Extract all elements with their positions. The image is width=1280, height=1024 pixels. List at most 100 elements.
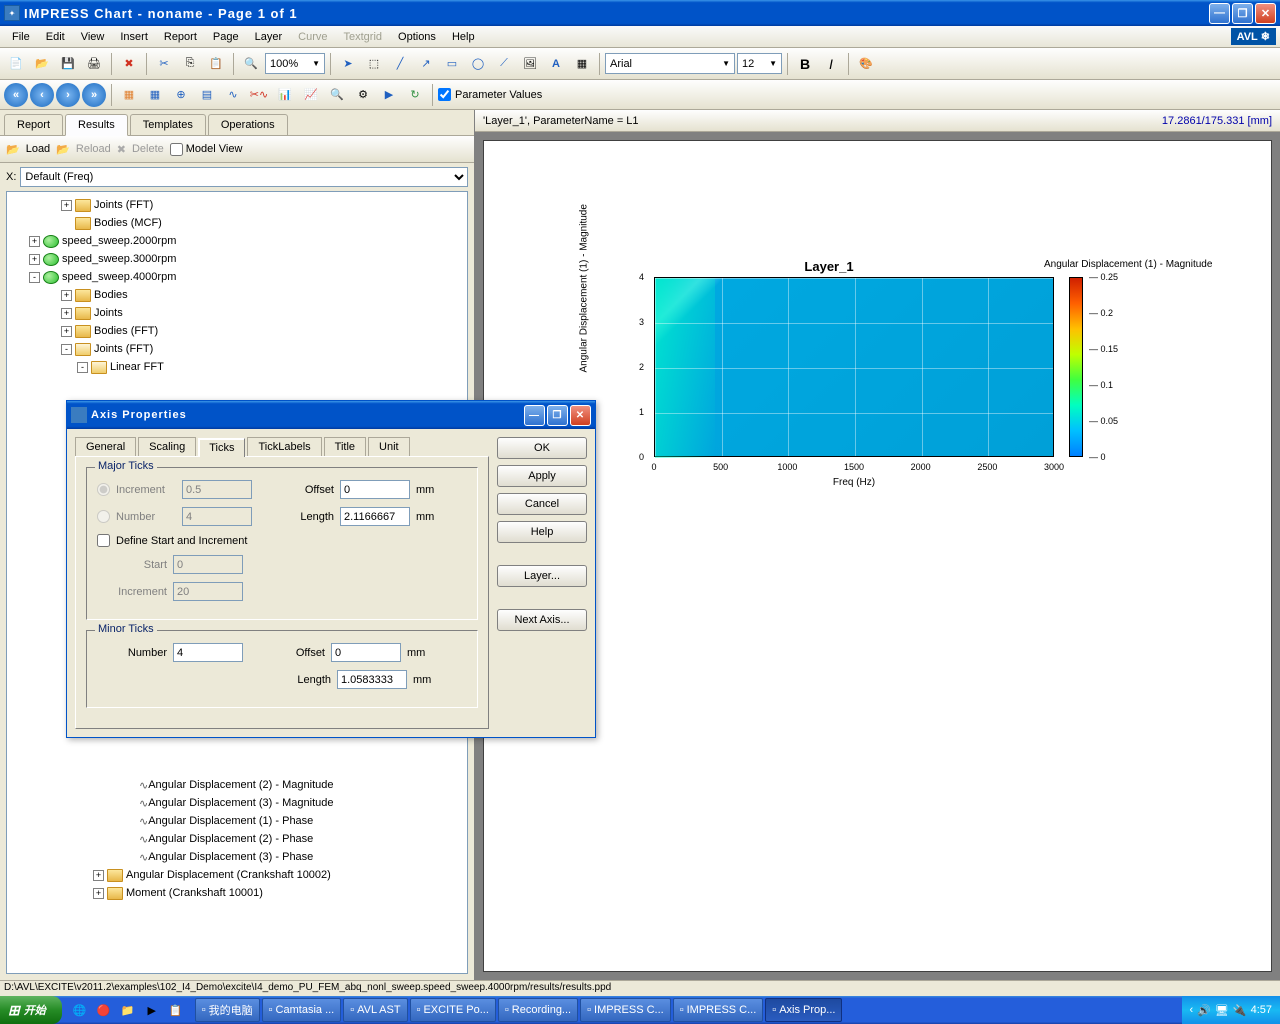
cancel-button[interactable]: Cancel	[497, 493, 587, 515]
dlg-tab-scaling[interactable]: Scaling	[138, 437, 196, 456]
menu-file[interactable]: File	[4, 29, 38, 45]
minor-offset-input[interactable]	[331, 643, 401, 662]
menu-layer[interactable]: Layer	[247, 29, 291, 45]
nav-prev-icon[interactable]: ‹	[30, 83, 54, 107]
dlg-tab-general[interactable]: General	[75, 437, 136, 456]
minimize-button[interactable]: —	[1209, 3, 1230, 24]
print-icon[interactable]: 🖨	[82, 52, 106, 76]
start-button[interactable]: ⊞开始	[0, 996, 62, 1024]
tree-item[interactable]: +Joints (FFT)	[7, 196, 467, 214]
tab-report[interactable]: Report	[4, 114, 63, 136]
color-icon[interactable]: 🎨	[854, 52, 878, 76]
dialog-close-button[interactable]: ✕	[570, 405, 591, 426]
ellipse-icon[interactable]: ◯	[466, 52, 490, 76]
layer2-icon[interactable]: ▦	[143, 83, 167, 107]
curve-icon[interactable]: ⟋	[492, 52, 516, 76]
image-icon[interactable]: 🖼	[518, 52, 542, 76]
tree-item[interactable]: ∿ Angular Displacement (2) - Magnitude	[7, 776, 467, 794]
layer1-icon[interactable]: ▦	[117, 83, 141, 107]
task-item[interactable]: ▫Axis Prop...	[765, 998, 842, 1022]
tree-item[interactable]: ∿ Angular Displacement (3) - Magnitude	[7, 794, 467, 812]
menu-view[interactable]: View	[73, 29, 113, 45]
tree-item[interactable]: +Moment (Crankshaft 10001)	[7, 884, 467, 902]
tree-item[interactable]: Bodies (MCF)	[7, 214, 467, 232]
run-icon[interactable]: ▶	[377, 83, 401, 107]
tree-item[interactable]: +Joints	[7, 304, 467, 322]
font-name-combo[interactable]: Arial	[605, 53, 735, 74]
task-item[interactable]: ▫AVL AST	[343, 998, 407, 1022]
tree-item[interactable]: ∿ Angular Displacement (3) - Phase	[7, 848, 467, 866]
explorer-icon[interactable]: 📁	[116, 998, 140, 1022]
nav-next-icon[interactable]: ›	[56, 83, 80, 107]
open-icon[interactable]: 📂	[30, 52, 54, 76]
layer-button[interactable]: Layer...	[497, 565, 587, 587]
model-view-checkbox[interactable]: Model View	[170, 143, 243, 156]
tree-item[interactable]: +Bodies	[7, 286, 467, 304]
parameter-values-checkbox[interactable]: Parameter Values	[438, 88, 542, 101]
plot2-icon[interactable]: 📈	[299, 83, 323, 107]
tab-templates[interactable]: Templates	[130, 114, 206, 136]
zoom-combo[interactable]: 100%	[265, 53, 325, 74]
bold-icon[interactable]: B	[793, 52, 817, 76]
nav-last-icon[interactable]: »	[82, 83, 106, 107]
menu-page[interactable]: Page	[205, 29, 247, 45]
tree-item[interactable]: +Bodies (FFT)	[7, 322, 467, 340]
crosshair-icon[interactable]: ⊕	[169, 83, 193, 107]
delete-icon[interactable]: ✖	[117, 52, 141, 76]
tree-item[interactable]: +speed_sweep.2000rpm	[7, 232, 467, 250]
plot1-icon[interactable]: 📊	[273, 83, 297, 107]
major-offset-input[interactable]	[340, 480, 410, 499]
dlg-tab-title[interactable]: Title	[324, 437, 366, 456]
chart-paper[interactable]: Layer_1 Angular Displacement (1) - Magni…	[483, 140, 1272, 972]
cut-icon[interactable]: ✂	[152, 52, 176, 76]
maximize-button[interactable]: ❐	[1232, 3, 1253, 24]
heatmap-body[interactable]	[654, 277, 1054, 457]
tree-item[interactable]: -Joints (FFT)	[7, 340, 467, 358]
task-item[interactable]: ▫IMPRESS C...	[673, 998, 764, 1022]
tray-lang-icon[interactable]: 🖥	[1215, 1004, 1229, 1017]
tree-item[interactable]: ∿ Angular Displacement (1) - Phase	[7, 812, 467, 830]
arrow-icon[interactable]: ↗	[414, 52, 438, 76]
new-icon[interactable]: 📄	[4, 52, 28, 76]
load-folder-icon[interactable]: 📂	[6, 143, 20, 156]
paste-icon[interactable]: 📋	[204, 52, 228, 76]
next-axis-button[interactable]: Next Axis...	[497, 609, 587, 631]
help-button[interactable]: Help	[497, 521, 587, 543]
load-button[interactable]: Load	[26, 143, 50, 155]
menu-insert[interactable]: Insert	[112, 29, 156, 45]
tree-item[interactable]: +speed_sweep.3000rpm	[7, 250, 467, 268]
text-icon[interactable]: A	[544, 52, 568, 76]
define-start-checkbox[interactable]	[97, 534, 110, 547]
save-icon[interactable]: 💾	[56, 52, 80, 76]
dlg-tab-unit[interactable]: Unit	[368, 437, 410, 456]
magnify-icon[interactable]: 🔍	[325, 83, 349, 107]
dialog-maximize-button[interactable]: ❐	[547, 405, 568, 426]
menu-edit[interactable]: Edit	[38, 29, 73, 45]
menu-report[interactable]: Report	[156, 29, 205, 45]
system-tray[interactable]: ‹ 🔊 🖥 🔌 4:57	[1182, 996, 1280, 1024]
cutwave-icon[interactable]: ✂∿	[247, 83, 271, 107]
refresh-icon[interactable]: ↻	[403, 83, 427, 107]
chrome-icon[interactable]: 🔴	[92, 998, 116, 1022]
app-icon[interactable]: 📋	[164, 998, 188, 1022]
tree-item[interactable]: -speed_sweep.4000rpm	[7, 268, 467, 286]
ok-button[interactable]: OK	[497, 437, 587, 459]
line-icon[interactable]: ╱	[388, 52, 412, 76]
tray-icon[interactable]: ‹	[1190, 1004, 1194, 1016]
tray-net-icon[interactable]: 🔌	[1233, 1004, 1247, 1017]
ie-icon[interactable]: 🌐	[68, 998, 92, 1022]
italic-icon[interactable]: I	[819, 52, 843, 76]
task-item[interactable]: ▫Recording...	[498, 998, 578, 1022]
major-length-input[interactable]	[340, 507, 410, 526]
menu-help[interactable]: Help	[444, 29, 483, 45]
grid-icon[interactable]: ▦	[570, 52, 594, 76]
dialog-minimize-button[interactable]: —	[524, 405, 545, 426]
nav-first-icon[interactable]: «	[4, 83, 28, 107]
dlg-tab-ticklabels[interactable]: TickLabels	[247, 437, 321, 456]
tab-results[interactable]: Results	[65, 114, 128, 136]
settings-icon[interactable]: ⚙	[351, 83, 375, 107]
minor-number-input[interactable]	[173, 643, 243, 662]
tray-volume-icon[interactable]: 🔊	[1197, 1004, 1211, 1017]
copy-icon[interactable]: ⎘	[178, 52, 202, 76]
menu-options[interactable]: Options	[390, 29, 444, 45]
